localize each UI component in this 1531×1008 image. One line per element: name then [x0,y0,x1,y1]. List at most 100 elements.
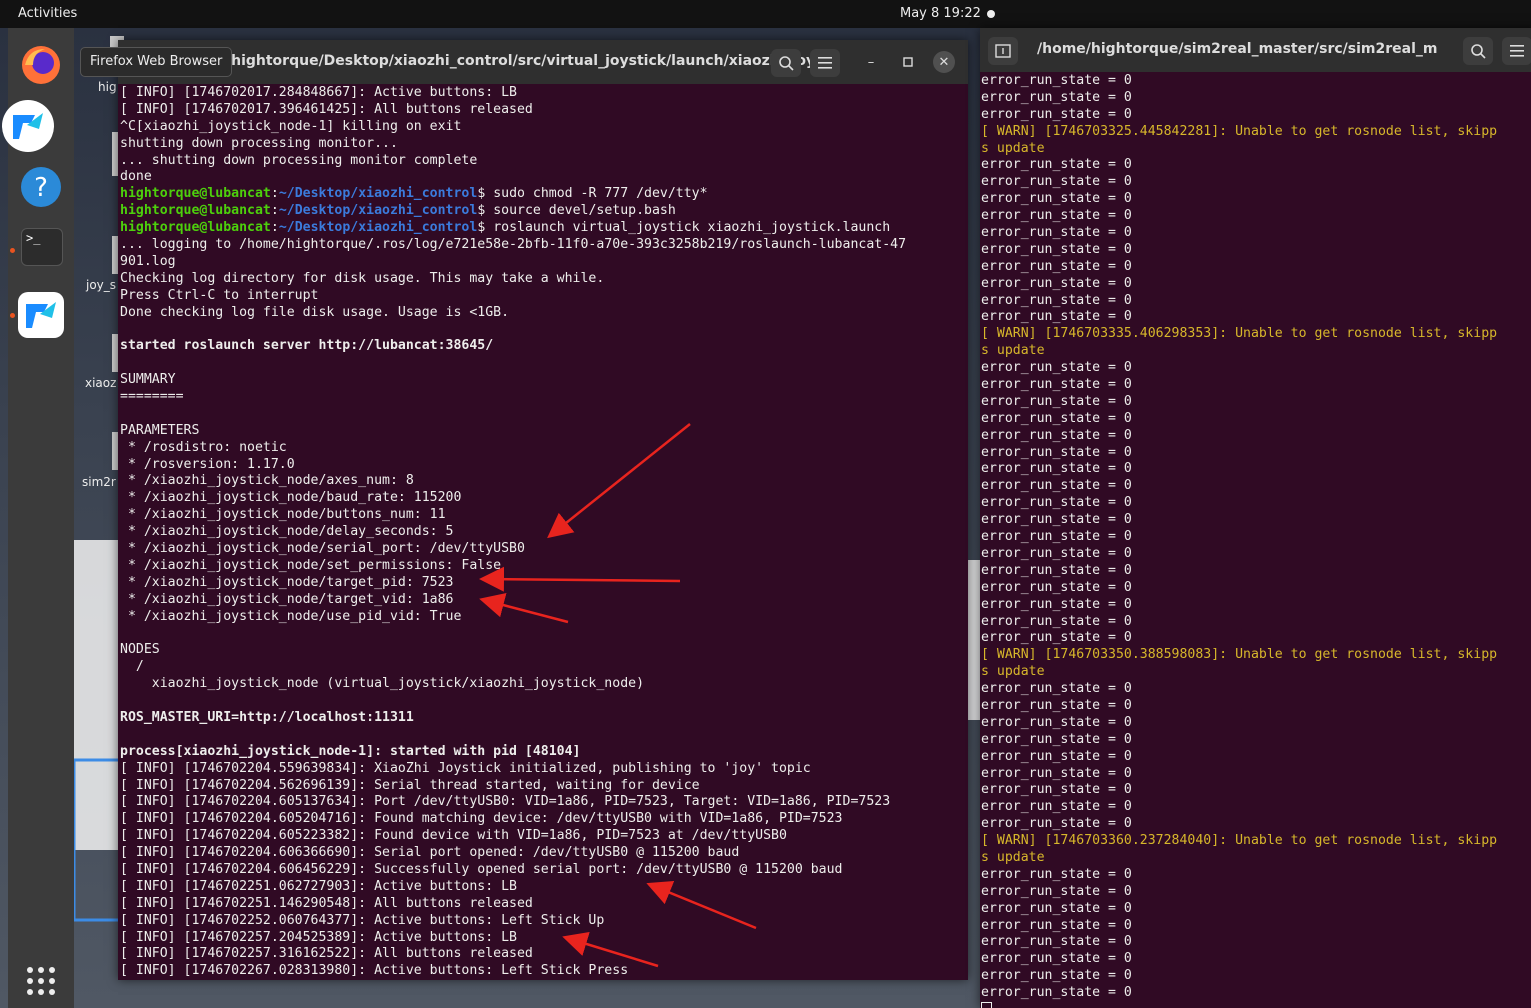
terminal-line: Done checking log file disk usage. Usage… [120,304,510,320]
terminal-line: [ INFO] [1746702257.204525389]: Active b… [120,929,517,945]
terminal-line: ... shutting down processing monitor com… [120,152,478,168]
terminal-line: error_run_state = 0 [981,512,1132,528]
terminal-line: process[xiaozhi_joystick_node-1]: starte… [120,744,968,761]
todesk-icon-2[interactable] [18,292,64,338]
running-indicator [10,313,15,318]
desktop-label[interactable]: xiaoz [85,376,116,390]
menu-icon[interactable] [1502,37,1531,65]
terminal-line: error_run_state = 0 [981,191,1132,207]
desktop-label[interactable]: sim2r [82,475,116,489]
terminal-line: [ INFO] [1746702251.146290548]: All butt… [120,895,533,911]
terminal-text: process[xiaozhi_joystick_node-1]: starte… [120,743,581,759]
show-applications-icon[interactable] [18,958,64,1004]
warn-text: [ WARN] [1746703350.388598083]: Unable t… [981,647,1498,663]
window-title: /home/hightorque/sim2real_master/src/sim… [1037,41,1437,57]
terminal-line [981,1001,1531,1008]
new-tab-icon[interactable] [988,37,1018,65]
terminal-line: [ WARN] [1746703335.406298353]: Unable t… [981,326,1531,343]
terminal-line: error_run_state = 0 [981,410,1132,426]
warn-text: s update [981,343,1045,359]
terminal-window-left[interactable]: /hightorque/Desktop/xiaozhi_control/src/… [118,40,968,980]
terminal-line: error_run_state = 0 [981,275,1132,291]
terminal-line: * /xiaozhi_joystick_node/target_pid: 752… [120,574,454,590]
terminal-line: * /rosversion: 1.17.0 [120,456,295,472]
terminal-line: hightorque@lubancat:~/Desktop/xiaozhi_co… [120,186,968,203]
terminal-line: error_run_state = 0 [981,529,1132,545]
terminal-line: [ INFO] [1746702204.562696139]: Serial t… [120,777,700,793]
terminal-line: hightorque@lubancat:~/Desktop/xiaozhi_co… [120,220,968,237]
terminal-line: [ INFO] [1746702204.605204716]: Found ma… [120,811,843,827]
terminal-line: * /xiaozhi_joystick_node/buttons_num: 11 [120,507,446,523]
terminal-line: error_run_state = 0 [981,816,1132,832]
terminal-line: error_run_state = 0 [981,748,1132,764]
terminal-line: [ INFO] [1746702267.028313980]: Active b… [120,963,629,979]
terminal-line: ... logging to /home/hightorque/.ros/log… [120,237,907,253]
terminal-line: error_run_state = 0 [981,157,1132,173]
terminal-line: error_run_state = 0 [981,225,1132,241]
terminal-text: ROS_MASTER_URI=http://localhost:11311 [120,709,414,725]
terminal-line: error_run_state = 0 [981,241,1132,257]
terminal-line: error_run_state = 0 [981,697,1132,713]
prompt-user: hightorque@lubancat [120,203,271,219]
search-icon[interactable] [1463,37,1493,65]
prompt-command: $ roslaunch virtual_joystick xiaozhi_joy… [477,220,891,236]
minimize-icon[interactable]: – [860,51,882,73]
warn-text: [ WARN] [1746703360.237284040]: Unable t… [981,833,1498,849]
notification-dot [987,10,995,18]
terminal-output-left[interactable]: [ INFO] [1746702017.284848667]: Active b… [120,85,968,980]
terminal-line: error_run_state = 0 [981,360,1132,376]
clock[interactable]: May 8 19:22 [900,6,981,21]
terminal-line: [ INFO] [1746702204.605137634]: Port /de… [120,794,891,810]
terminal-line: ROS_MASTER_URI=http://localhost:11311 [120,710,968,727]
terminal-line: * /xiaozhi_joystick_node/use_pid_vid: Tr… [120,608,462,624]
terminal-line: * /rosdistro: noetic [120,439,287,455]
terminal-line: error_run_state = 0 [981,934,1132,950]
terminal-line: * /xiaozhi_joystick_node/target_vid: 1a8… [120,591,454,607]
activities-button[interactable]: Activities [18,6,77,21]
terminal-line: error_run_state = 0 [981,377,1132,393]
help-icon[interactable]: ? [18,164,64,210]
terminal-line: error_run_state = 0 [981,73,1132,88]
dock: ? >_ [2,28,74,1008]
terminal-header[interactable]: /home/hightorque/sim2real_master/src/sim… [980,28,1531,72]
terminal-line: error_run_state = 0 [981,393,1132,409]
terminal-line: s update [981,664,1531,681]
terminal-line: [ INFO] [1746702204.605223382]: Found de… [120,828,787,844]
close-icon[interactable]: ✕ [933,51,955,73]
warn-text: [ WARN] [1746703325.445842281]: Unable t… [981,123,1498,139]
firefox-tooltip: Firefox Web Browser [80,47,233,77]
search-icon[interactable] [771,49,801,77]
terminal-line: NODES [120,642,160,658]
terminal-line: ======== [120,389,184,405]
maximize-icon[interactable] [897,51,919,73]
prompt-command: $ sudo chmod -R 777 /dev/tty* [477,186,708,202]
terminal-line: [ INFO] [1746702204.606456229]: Successf… [120,861,843,877]
terminal-line: error_run_state = 0 [981,866,1132,882]
terminal-header[interactable]: /hightorque/Desktop/xiaozhi_control/src/… [118,40,968,84]
terminal-line: error_run_state = 0 [981,309,1132,325]
terminal-line: Press Ctrl-C to interrupt [120,287,319,303]
prompt-path: ~/Desktop/xiaozhi_control [278,220,478,236]
desktop-label[interactable]: hig [98,80,117,94]
desktop-label[interactable]: joy_s [86,278,116,292]
terminal-line: [ WARN] [1746703360.237284040]: Unable t… [981,833,1531,850]
todesk-icon[interactable] [2,100,54,152]
warn-text: s update [981,849,1045,865]
firefox-icon[interactable] [18,42,64,88]
terminal-window-right[interactable]: /home/hightorque/sim2real_master/src/sim… [980,28,1531,1008]
terminal-line: [ INFO] [1746702257.316162522]: All butt… [120,946,533,962]
terminal-line: SUMMARY [120,372,176,388]
terminal-line: s update [981,850,1531,867]
prompt-command: $ source devel/setup.bash [477,203,676,219]
terminal-icon[interactable]: >_ [21,228,63,266]
menu-icon[interactable] [810,49,840,77]
terminal-line: error_run_state = 0 [981,782,1132,798]
terminal-output-right[interactable]: error_run_state = 0 error_run_state = 0 er… [981,73,1531,1008]
warn-text: [ WARN] [1746703335.406298353]: Unable t… [981,326,1498,342]
terminal-line: error_run_state = 0 [981,917,1132,933]
terminal-line: error_run_state = 0 [981,799,1132,815]
terminal-line: error_run_state = 0 [981,714,1132,730]
terminal-line: s update [981,141,1531,158]
